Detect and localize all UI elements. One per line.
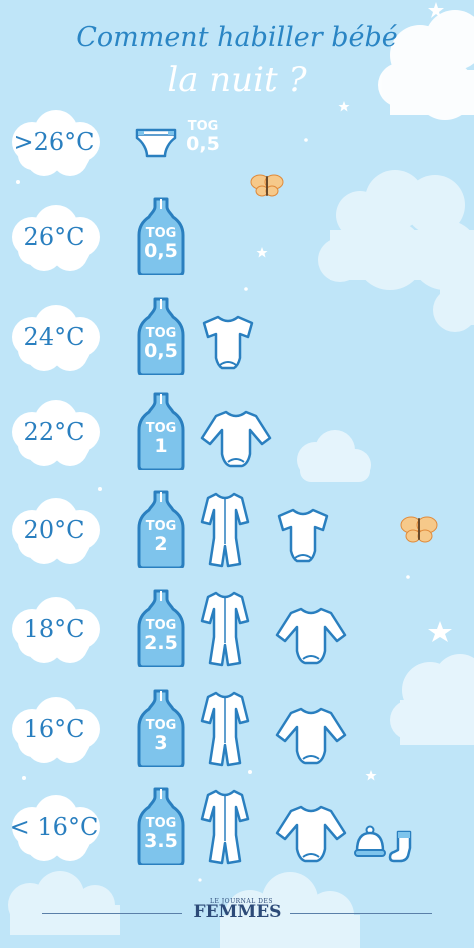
tog-label: TOG: [145, 519, 177, 534]
temperature-row: 16°C TOG 3: [0, 689, 474, 787]
tog-value: 0,5: [186, 133, 220, 155]
temperature-label: < 16°C: [9, 813, 99, 841]
tog-value: 0,5: [144, 340, 178, 362]
infographic: Comment habiller bébé la nuit ? >26°C TOG…: [0, 0, 474, 948]
long-sleeve-bodysuit-icon: [275, 707, 347, 765]
temperature-row: >26°C TOG 0,5: [0, 110, 474, 200]
short-sleeve-bodysuit-icon: [277, 508, 329, 563]
title-line-2: la nuit ?: [167, 60, 307, 100]
tog-label: TOG: [145, 226, 177, 241]
long-sleeve-bodysuit-icon: [275, 607, 347, 665]
temperature-row: 20°C TOG 2: [0, 490, 474, 588]
temperature-label: 22°C: [23, 418, 85, 446]
tog-rating: TOG 2: [137, 520, 185, 555]
temperature-label: 16°C: [23, 715, 85, 743]
tog-rating: TOG 1: [137, 422, 185, 457]
temperature-label: 20°C: [23, 516, 85, 544]
pajama-icon: [200, 591, 250, 667]
temperature-label: 24°C: [23, 323, 85, 351]
short-sleeve-bodysuit-icon: [202, 315, 254, 370]
tog-rating: TOG 0,5: [182, 120, 224, 155]
tog-value: 0,5: [144, 240, 178, 262]
pajama-icon: [200, 789, 250, 865]
title-line-1: Comment habiller bébé: [76, 22, 398, 53]
tog-rating: TOG 0,5: [137, 327, 185, 362]
pajama-icon: [200, 492, 250, 568]
logo-main-text: FEMMES: [193, 902, 282, 922]
footer-divider-left: [42, 913, 182, 914]
footer-divider-right: [290, 913, 432, 914]
tog-rating: TOG 3: [137, 719, 185, 754]
tog-label: TOG: [145, 326, 177, 341]
tog-rating: TOG 3.5: [137, 817, 185, 852]
tog-value: 3: [154, 732, 168, 754]
temperature-row: 18°C TOG 2.5: [0, 589, 474, 687]
pajama-icon: [200, 691, 250, 767]
tog-label: TOG: [145, 421, 177, 436]
long-sleeve-bodysuit-icon: [275, 805, 347, 863]
tog-label: TOG: [145, 816, 177, 831]
temperature-row: 26°C TOG 0,5: [0, 197, 474, 295]
tog-rating: TOG 0,5: [137, 227, 185, 262]
tog-label: TOG: [145, 718, 177, 733]
temperature-row: 24°C TOG 0,5: [0, 297, 474, 395]
logo-small-text: LE JOURNAL DES: [210, 898, 273, 905]
temperature-label: 26°C: [23, 223, 85, 251]
tog-value: 2: [154, 533, 168, 555]
tog-value: 3.5: [144, 830, 178, 852]
tog-label: TOG: [187, 119, 219, 134]
logo: LE JOURNAL DES FEMMES: [190, 898, 285, 922]
tog-label: TOG: [145, 618, 177, 633]
temperature-label: 18°C: [23, 615, 85, 643]
tog-rating: TOG 2.5: [137, 619, 185, 654]
long-sleeve-bodysuit-icon: [200, 410, 272, 468]
temperature-label: >26°C: [13, 128, 95, 156]
temperature-row: 22°C TOG 1: [0, 392, 474, 490]
sock-icon: [388, 830, 412, 863]
diaper-icon: [135, 128, 177, 158]
tog-value: 2.5: [144, 632, 178, 654]
hat-icon: [354, 825, 386, 857]
temperature-row: < 16°C TOG 3.5: [0, 787, 474, 885]
tog-value: 1: [154, 435, 168, 457]
